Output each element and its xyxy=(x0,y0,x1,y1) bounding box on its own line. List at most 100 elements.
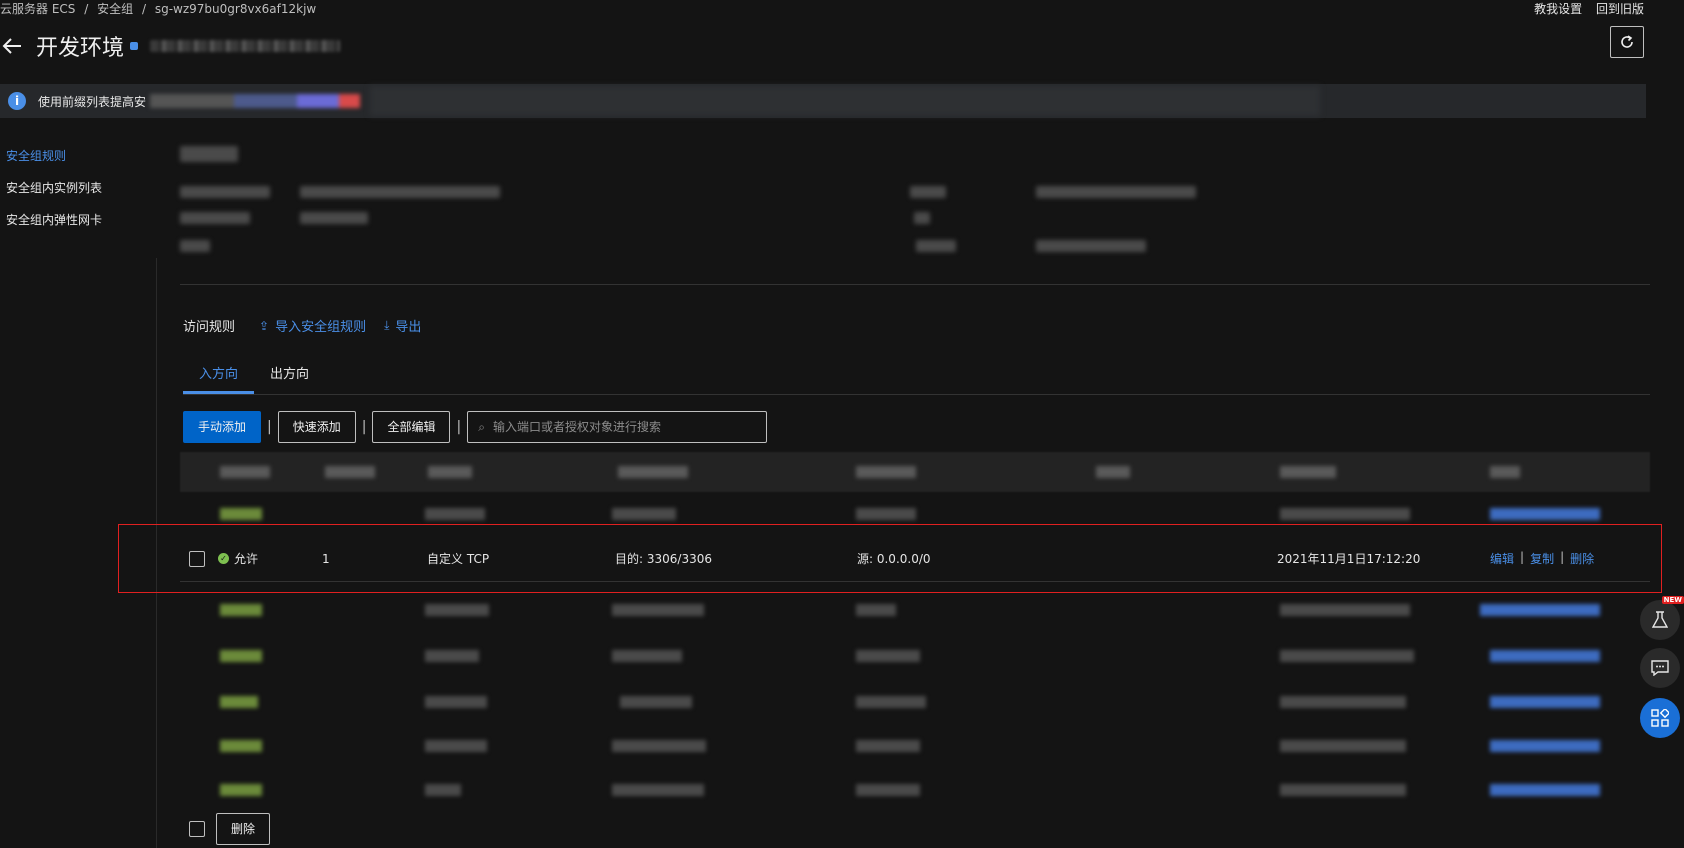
redacted-heading xyxy=(180,146,238,162)
redacted-cell xyxy=(425,784,461,796)
redacted-cell xyxy=(220,740,262,752)
select-all-checkbox[interactable] xyxy=(189,821,205,837)
redacted-header xyxy=(428,466,472,478)
redacted-header xyxy=(1096,466,1130,478)
redacted-field xyxy=(180,186,270,198)
info-icon: i xyxy=(8,92,26,110)
breadcrumb: 云服务器 ECS / 安全组 / sg-wz97bu0gr8vx6af12kjw xyxy=(0,0,321,16)
table-row xyxy=(180,768,1650,812)
redacted-field xyxy=(916,240,956,252)
breadcrumb-sep: / xyxy=(141,2,146,16)
redacted-cell xyxy=(856,650,920,662)
import-rules-link[interactable]: ⇪ 导入安全组规则 xyxy=(259,316,367,336)
redacted-id xyxy=(150,40,341,52)
back-arrow-icon[interactable] xyxy=(0,34,24,58)
search-box: ⌕ xyxy=(467,411,768,443)
redacted-cell xyxy=(220,650,262,662)
redacted-field xyxy=(910,186,946,198)
export-link[interactable]: ⤓ 导出 xyxy=(384,316,421,335)
redacted-cell xyxy=(220,696,258,708)
access-rules-header: 访问规则 ⇪ 导入安全组规则 ⤓ 导出 xyxy=(183,316,421,335)
redacted-cell xyxy=(620,696,692,708)
redacted-value xyxy=(300,186,500,198)
redacted-cell xyxy=(425,604,489,616)
table-row xyxy=(180,724,1650,768)
redacted-value xyxy=(300,212,368,224)
access-rules-label: 访问规则 xyxy=(183,320,236,335)
toolbar-separator: | xyxy=(267,419,272,435)
redacted-cell xyxy=(220,604,262,616)
redacted-cell xyxy=(1280,784,1406,796)
sidenav: 安全组规则 安全组内实例列表 安全组内弹性网卡 xyxy=(0,140,150,236)
redacted-cell xyxy=(856,784,920,796)
redacted-cell xyxy=(612,508,676,520)
redacted-info-extra xyxy=(370,86,1321,116)
sidebar-item-eni[interactable]: 安全组内弹性网卡 xyxy=(0,204,150,236)
redacted-cell xyxy=(1280,650,1414,662)
breadcrumb-ecs[interactable]: 云服务器 ECS xyxy=(0,2,75,16)
quick-add-button[interactable]: 快速添加 xyxy=(277,411,356,443)
apps-button[interactable] xyxy=(1640,698,1680,738)
redacted-cell xyxy=(1490,696,1600,708)
redacted-header xyxy=(618,466,688,478)
table-row xyxy=(180,680,1650,724)
redacted-cell xyxy=(1490,740,1600,752)
lab-button[interactable] xyxy=(1640,600,1680,640)
redacted-cell xyxy=(612,650,682,662)
chat-icon xyxy=(1651,660,1669,676)
redacted-cell xyxy=(612,740,706,752)
import-rules-label: 导入安全组规则 xyxy=(275,320,367,335)
guide-link[interactable]: 教我设置 xyxy=(1534,2,1582,16)
tab-outbound[interactable]: 出方向 xyxy=(254,360,325,394)
redacted-field xyxy=(180,240,210,252)
export-label: 导出 xyxy=(395,320,422,335)
redacted-cell xyxy=(856,696,926,708)
breadcrumb-sg-id: sg-wz97bu0gr8vx6af12kjw xyxy=(154,2,317,16)
redacted-header xyxy=(1490,466,1520,478)
direction-tabs: 入方向 出方向 xyxy=(183,360,325,394)
tab-inbound[interactable]: 入方向 xyxy=(183,360,255,394)
upload-icon: ⇪ xyxy=(259,318,270,333)
refresh-button[interactable] xyxy=(1610,26,1644,58)
title-row: 开发环境 xyxy=(0,30,341,62)
redacted-cell xyxy=(220,508,262,520)
redacted-header xyxy=(220,466,270,478)
feedback-button[interactable] xyxy=(1640,648,1680,688)
redacted-header xyxy=(325,466,375,478)
breadcrumb-security-group[interactable]: 安全组 xyxy=(97,2,133,16)
redacted-cell xyxy=(425,508,485,520)
redacted-value xyxy=(1036,240,1146,252)
redacted-cell xyxy=(856,604,896,616)
select-all-cell xyxy=(180,821,216,837)
redacted-cell xyxy=(856,740,920,752)
new-badge: NEW xyxy=(1661,596,1684,604)
redacted-cell xyxy=(1490,650,1600,662)
download-icon: ⤓ xyxy=(384,318,390,332)
redacted-cell xyxy=(1280,508,1410,520)
highlight-annotation-box xyxy=(118,524,1662,593)
breadcrumb-sep: / xyxy=(84,2,89,16)
edit-all-button[interactable]: 全部编辑 xyxy=(372,411,451,443)
table-header xyxy=(180,452,1650,492)
toolbar-separator: | xyxy=(456,419,462,435)
info-banner: i 使用前缀列表提高安 xyxy=(0,84,1646,118)
redacted-cell xyxy=(220,784,262,796)
redacted-cell xyxy=(425,650,479,662)
tabs-divider xyxy=(183,394,1650,395)
top-links: 教我设置 回到旧版 xyxy=(1524,0,1644,17)
info-text: 使用前缀列表提高安 xyxy=(38,94,147,109)
redacted-cell xyxy=(1480,604,1600,616)
manual-add-button[interactable]: 手动添加 xyxy=(183,411,262,443)
sidebar-item-instances[interactable]: 安全组内实例列表 xyxy=(0,172,150,204)
bulk-delete-button[interactable]: 删除 xyxy=(216,813,271,845)
redacted-cell xyxy=(1490,784,1600,796)
page-title: 开发环境 xyxy=(36,36,125,61)
search-input[interactable] xyxy=(492,420,743,434)
redacted-cell xyxy=(612,604,704,616)
old-version-link[interactable]: 回到旧版 xyxy=(1596,2,1644,16)
refresh-icon xyxy=(1621,35,1633,48)
redacted-field xyxy=(180,212,250,224)
redacted-cell xyxy=(1280,604,1410,616)
redacted-header xyxy=(856,466,916,478)
sidebar-item-rules[interactable]: 安全组规则 xyxy=(0,140,150,172)
